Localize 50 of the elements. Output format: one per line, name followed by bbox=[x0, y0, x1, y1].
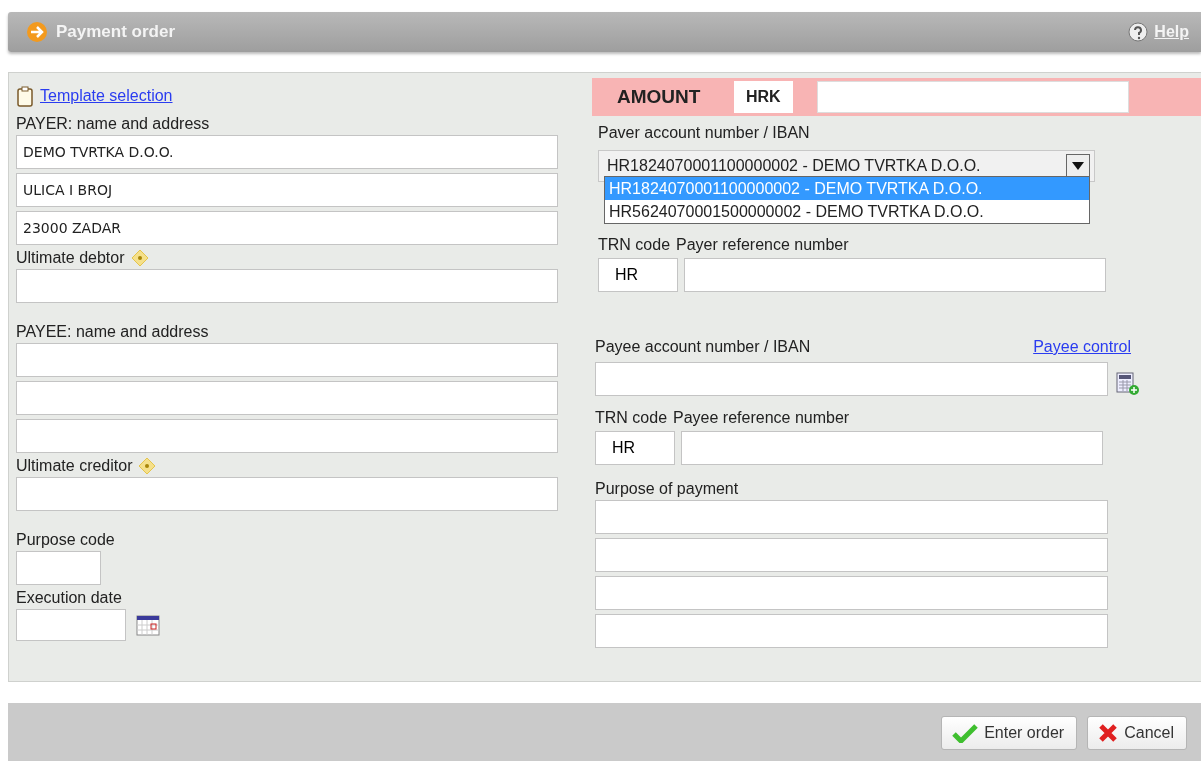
check-icon bbox=[952, 723, 979, 743]
help-icon bbox=[138, 457, 157, 475]
close-icon bbox=[1098, 723, 1119, 743]
dropdown-option[interactable]: HR5624070001500000002 - DEMO TVRTKA D.O.O. bbox=[605, 200, 1089, 223]
currency-label: HRK bbox=[734, 81, 793, 113]
field-label: Payer reference number bbox=[676, 236, 849, 254]
reference-field[interactable] bbox=[684, 258, 1106, 292]
field-label: Payee reference number bbox=[673, 409, 850, 427]
calendar-icon bbox=[136, 614, 160, 636]
text-field[interactable]: ULICA I BROJ bbox=[16, 173, 558, 207]
field-label: Execution date bbox=[16, 589, 122, 607]
text-field[interactable] bbox=[16, 343, 558, 377]
text-field[interactable]: DEMO TVRTKA D.O.O. bbox=[16, 135, 558, 169]
caret-icon bbox=[1072, 162, 1084, 170]
enter-order-button[interactable]: Enter order bbox=[941, 716, 1078, 750]
text-field[interactable] bbox=[595, 538, 1108, 572]
template-link[interactable]: Template selection bbox=[40, 87, 173, 105]
field-label: TRN code bbox=[598, 236, 671, 254]
field-label: Purpose of payment bbox=[595, 480, 739, 498]
cancel-button[interactable]: Cancel bbox=[1087, 716, 1187, 750]
text-field[interactable] bbox=[16, 269, 558, 303]
reference-field[interactable] bbox=[681, 431, 1103, 465]
window-title: Payment order bbox=[56, 22, 177, 42]
trn-field[interactable]: HR bbox=[595, 431, 675, 465]
calculator-add-icon bbox=[1116, 372, 1140, 396]
text-field[interactable] bbox=[595, 500, 1108, 534]
text-field[interactable] bbox=[595, 614, 1108, 648]
field-label: Paver account number / IBAN bbox=[598, 124, 810, 142]
text-field[interactable] bbox=[16, 477, 558, 511]
field-label: Payee account number / IBAN bbox=[595, 338, 811, 356]
amount-label: AMOUNT bbox=[617, 86, 702, 108]
payee-control-link[interactable]: Payee control bbox=[1033, 338, 1131, 356]
field-label: PAYEE: name and address bbox=[16, 323, 209, 341]
iban-field[interactable] bbox=[595, 362, 1108, 396]
text-field[interactable] bbox=[16, 381, 558, 415]
field-label: PAYER: name and address bbox=[16, 115, 210, 133]
field-label: Ultimate debtor bbox=[16, 249, 125, 267]
amount-field[interactable] bbox=[816, 81, 1129, 113]
date-field[interactable] bbox=[16, 609, 126, 641]
field-label: TRN code bbox=[595, 409, 668, 427]
text-field[interactable] bbox=[595, 576, 1108, 610]
field-label: Purpose code bbox=[16, 531, 115, 549]
text-field[interactable]: 23000 ZADAR bbox=[16, 211, 558, 245]
text-field[interactable] bbox=[16, 419, 558, 453]
field-label: Ultimate creditor bbox=[16, 457, 133, 475]
help-icon bbox=[130, 249, 149, 267]
trn-field[interactable]: HR bbox=[598, 258, 678, 292]
text-field[interactable] bbox=[16, 551, 101, 585]
help-icon bbox=[1128, 22, 1149, 42]
clipboard-icon bbox=[16, 85, 34, 107]
